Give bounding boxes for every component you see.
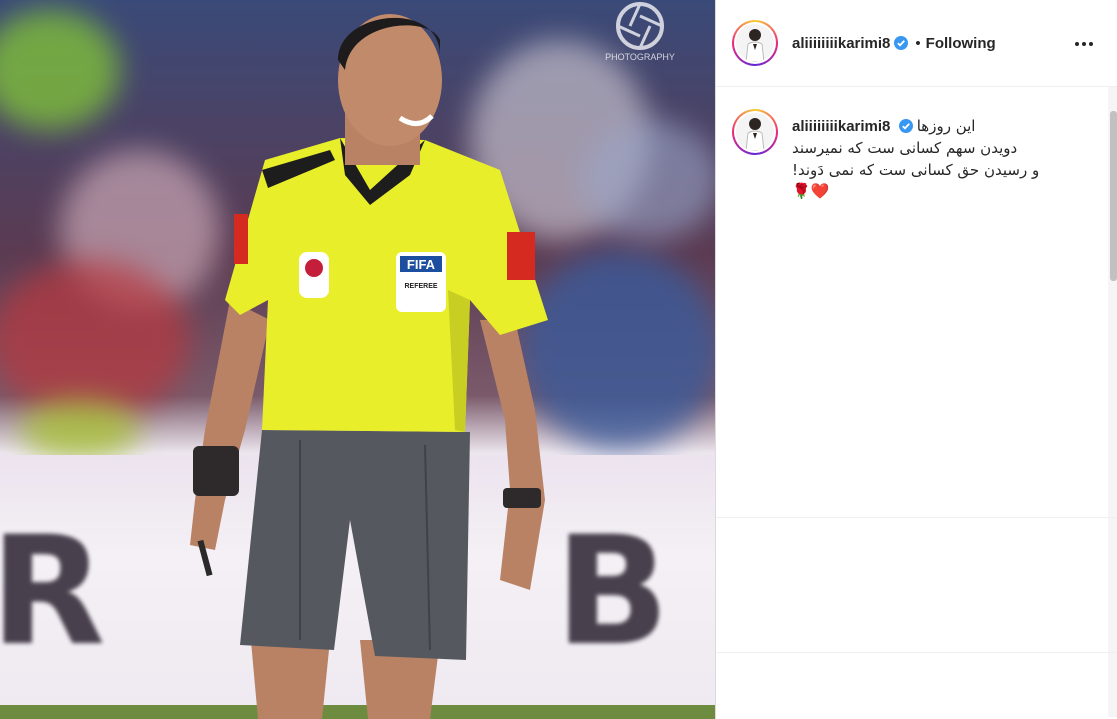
instagram-post: R B FIFA REFEREE PHOTOGRAPHY aliiiiiiiik… — [0, 0, 1117, 719]
following-button[interactable]: Following — [926, 35, 996, 52]
avatar-frame — [734, 22, 776, 64]
heart-emoji-icon: ❤️ — [810, 183, 830, 200]
caption-username[interactable]: aliiiiiiiikarimi8 — [792, 118, 890, 135]
divider — [716, 517, 1117, 518]
caption-emojis: 🌹❤️ — [792, 181, 1072, 203]
avatar-frame — [734, 111, 776, 153]
svg-text:PHOTOGRAPHY: PHOTOGRAPHY — [605, 52, 675, 62]
referee-figure: FIFA REFEREE — [190, 14, 548, 719]
more-options-icon[interactable] — [1075, 36, 1095, 52]
person-avatar-icon — [736, 113, 774, 151]
post-image[interactable]: R B FIFA REFEREE PHOTOGRAPHY — [0, 0, 715, 719]
avatar[interactable] — [732, 20, 778, 66]
caption-text-line: این روزها — [916, 117, 976, 135]
caption: aliiiiiiiikarimi8 این روزها دویدن سهم کس… — [732, 109, 1101, 203]
rose-emoji-icon: 🌹 — [792, 183, 811, 200]
verified-badge-icon — [898, 119, 913, 133]
verified-badge-icon — [894, 36, 909, 50]
caption-first-line: aliiiiiiiikarimi8 این روزها — [792, 115, 1072, 137]
scrollbar-thumb[interactable] — [1110, 111, 1117, 281]
post-header: aliiiiiiiikarimi8 • Following — [716, 0, 1117, 87]
divider — [716, 652, 1117, 653]
caption-text-line: دویدن سهم کسانی ست که نمیرسند — [792, 139, 1018, 157]
svg-text:REFEREE: REFEREE — [404, 283, 437, 290]
comments-area[interactable]: aliiiiiiiikarimi8 این روزها دویدن سهم کس… — [716, 87, 1117, 717]
camera-shutter-watermark: PHOTOGRAPHY — [605, 2, 675, 62]
caption-body: aliiiiiiiikarimi8 این روزها دویدن سهم کس… — [792, 115, 1072, 203]
post-sidebar: aliiiiiiiikarimi8 • Following aliiiiiiii… — [715, 0, 1117, 719]
svg-text:FIFA: FIFA — [407, 257, 436, 272]
person-avatar-icon — [736, 24, 774, 62]
header-separator: • — [915, 34, 921, 52]
caption-text-line: و رسیدن حق کسانی ست که نمی دَوند! — [792, 161, 1040, 179]
author-username[interactable]: aliiiiiiiikarimi8 — [792, 35, 890, 52]
avatar[interactable] — [732, 109, 778, 155]
